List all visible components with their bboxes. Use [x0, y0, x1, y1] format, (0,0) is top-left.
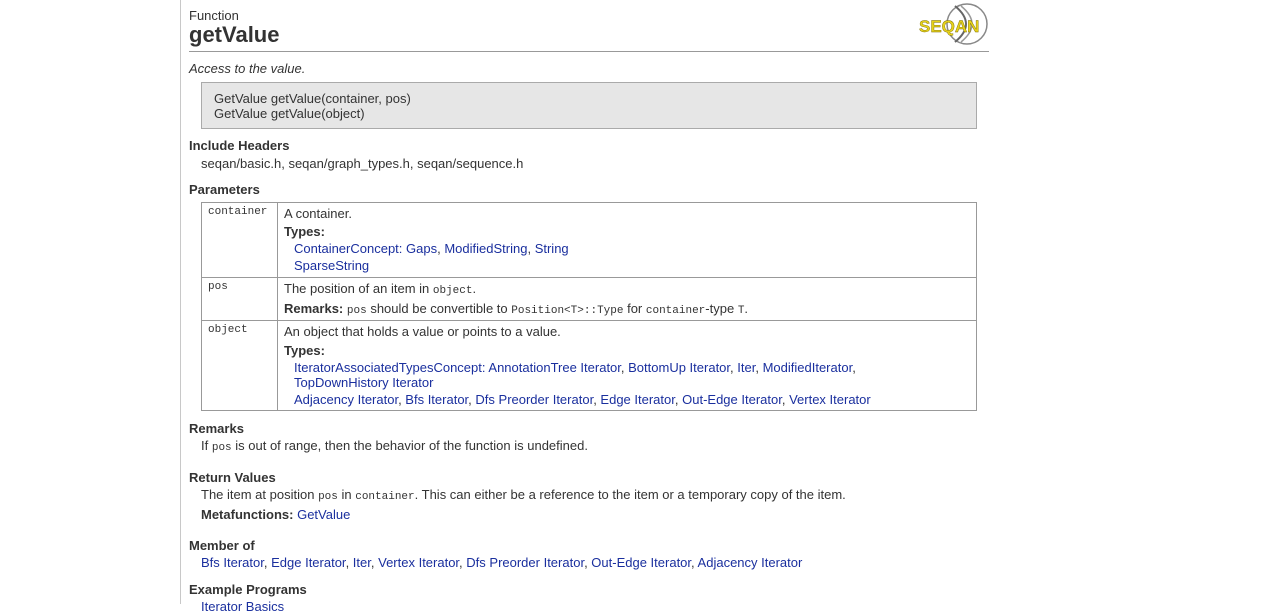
types-list: SparseString: [294, 258, 369, 273]
type-link[interactable]: Gaps: [406, 241, 437, 256]
type-link[interactable]: Vertex Iterator: [789, 392, 871, 407]
member-link[interactable]: Vertex Iterator: [378, 555, 459, 570]
type-link[interactable]: Edge Iterator: [600, 392, 674, 407]
concept-link[interactable]: IteratorAssociatedTypesConcept:: [294, 360, 486, 375]
type-link[interactable]: String: [535, 241, 569, 256]
type-link[interactable]: AnnotationTree Iterator: [488, 360, 621, 375]
parameters-table: container A container. Types: ContainerC…: [201, 202, 977, 411]
type-link[interactable]: SparseString: [294, 258, 369, 273]
title-divider: [189, 51, 989, 52]
signature-box: GetValue getValue(container, pos) GetVal…: [201, 82, 977, 129]
type-link[interactable]: BottomUp Iterator: [628, 360, 730, 375]
param-name: object: [208, 324, 248, 336]
param-desc: A container.: [284, 206, 352, 221]
param-name: container: [208, 206, 268, 218]
concept-link[interactable]: ContainerConcept:: [294, 241, 402, 256]
member-link[interactable]: Adjacency Iterator: [698, 555, 803, 570]
entity-kind: Function: [189, 8, 239, 23]
include-heading: Include Headers: [189, 138, 290, 153]
param-remarks: Remarks: pos should be convertible to Po…: [284, 301, 749, 317]
description: Access to the value.: [189, 61, 306, 76]
type-link[interactable]: Adjacency Iterator: [294, 392, 398, 407]
member-link[interactable]: Dfs Preorder Iterator: [466, 555, 584, 570]
member-link[interactable]: Iter: [353, 555, 371, 570]
types-list: ContainerConcept: Gaps, ModifiedString, …: [294, 241, 569, 256]
metafunction-link[interactable]: GetValue: [297, 507, 350, 522]
param-row-container: container A container. Types: ContainerC…: [202, 203, 976, 278]
example-programs-list: Iterator Basics: [201, 599, 284, 614]
page-title: getValue: [189, 22, 280, 47]
type-link[interactable]: Bfs Iterator: [405, 392, 468, 407]
metafunctions: Metafunctions: GetValue: [201, 507, 351, 522]
example-link[interactable]: Iterator Basics: [201, 599, 284, 614]
remarks-heading: Remarks: [189, 421, 244, 436]
parameters-heading: Parameters: [189, 182, 260, 197]
type-link[interactable]: Out-Edge Iterator: [682, 392, 782, 407]
member-of-heading: Member of: [189, 538, 255, 553]
member-link[interactable]: Edge Iterator: [271, 555, 345, 570]
include-text: seqan/basic.h, seqan/graph_types.h, seqa…: [201, 156, 524, 171]
example-programs-heading: Example Programs: [189, 582, 307, 597]
member-link[interactable]: Bfs Iterator: [201, 555, 264, 570]
type-link[interactable]: Iter: [737, 360, 755, 375]
member-link[interactable]: Out-Edge Iterator: [591, 555, 691, 570]
remarks-text: If pos is out of range, then the behavio…: [201, 438, 588, 454]
type-link[interactable]: ModifiedIterator: [763, 360, 853, 375]
types-list: TopDownHistory Iterator: [294, 375, 433, 390]
types-list: Adjacency Iterator, Bfs Iterator, Dfs Pr…: [294, 392, 871, 407]
seqan-logo[interactable]: SEQAN: [917, 2, 991, 46]
signature-line: GetValue getValue(object): [214, 106, 365, 121]
param-name: pos: [208, 281, 228, 293]
return-values-heading: Return Values: [189, 470, 276, 485]
types-label: Types:: [284, 343, 325, 358]
signature-line: GetValue getValue(container, pos): [214, 91, 411, 106]
param-row-pos: pos The position of an item in object. R…: [202, 278, 976, 321]
param-desc: The position of an item in object.: [284, 281, 477, 297]
type-link[interactable]: ModifiedString: [444, 241, 527, 256]
return-values-text: The item at position pos in container. T…: [201, 487, 846, 503]
param-desc: An object that holds a value or points t…: [284, 324, 561, 339]
types-label: Types:: [284, 224, 325, 239]
types-list: IteratorAssociatedTypesConcept: Annotati…: [294, 360, 856, 375]
type-link[interactable]: Dfs Preorder Iterator: [475, 392, 593, 407]
member-of-list: Bfs Iterator, Edge Iterator, Iter, Verte…: [201, 555, 803, 570]
param-row-object: object An object that holds a value or p…: [202, 321, 976, 410]
documentation-page: Function getValue SEQAN Access to the va…: [180, 0, 1264, 614]
type-link[interactable]: TopDownHistory Iterator: [294, 375, 433, 390]
logo-text: SEQAN: [919, 17, 979, 36]
